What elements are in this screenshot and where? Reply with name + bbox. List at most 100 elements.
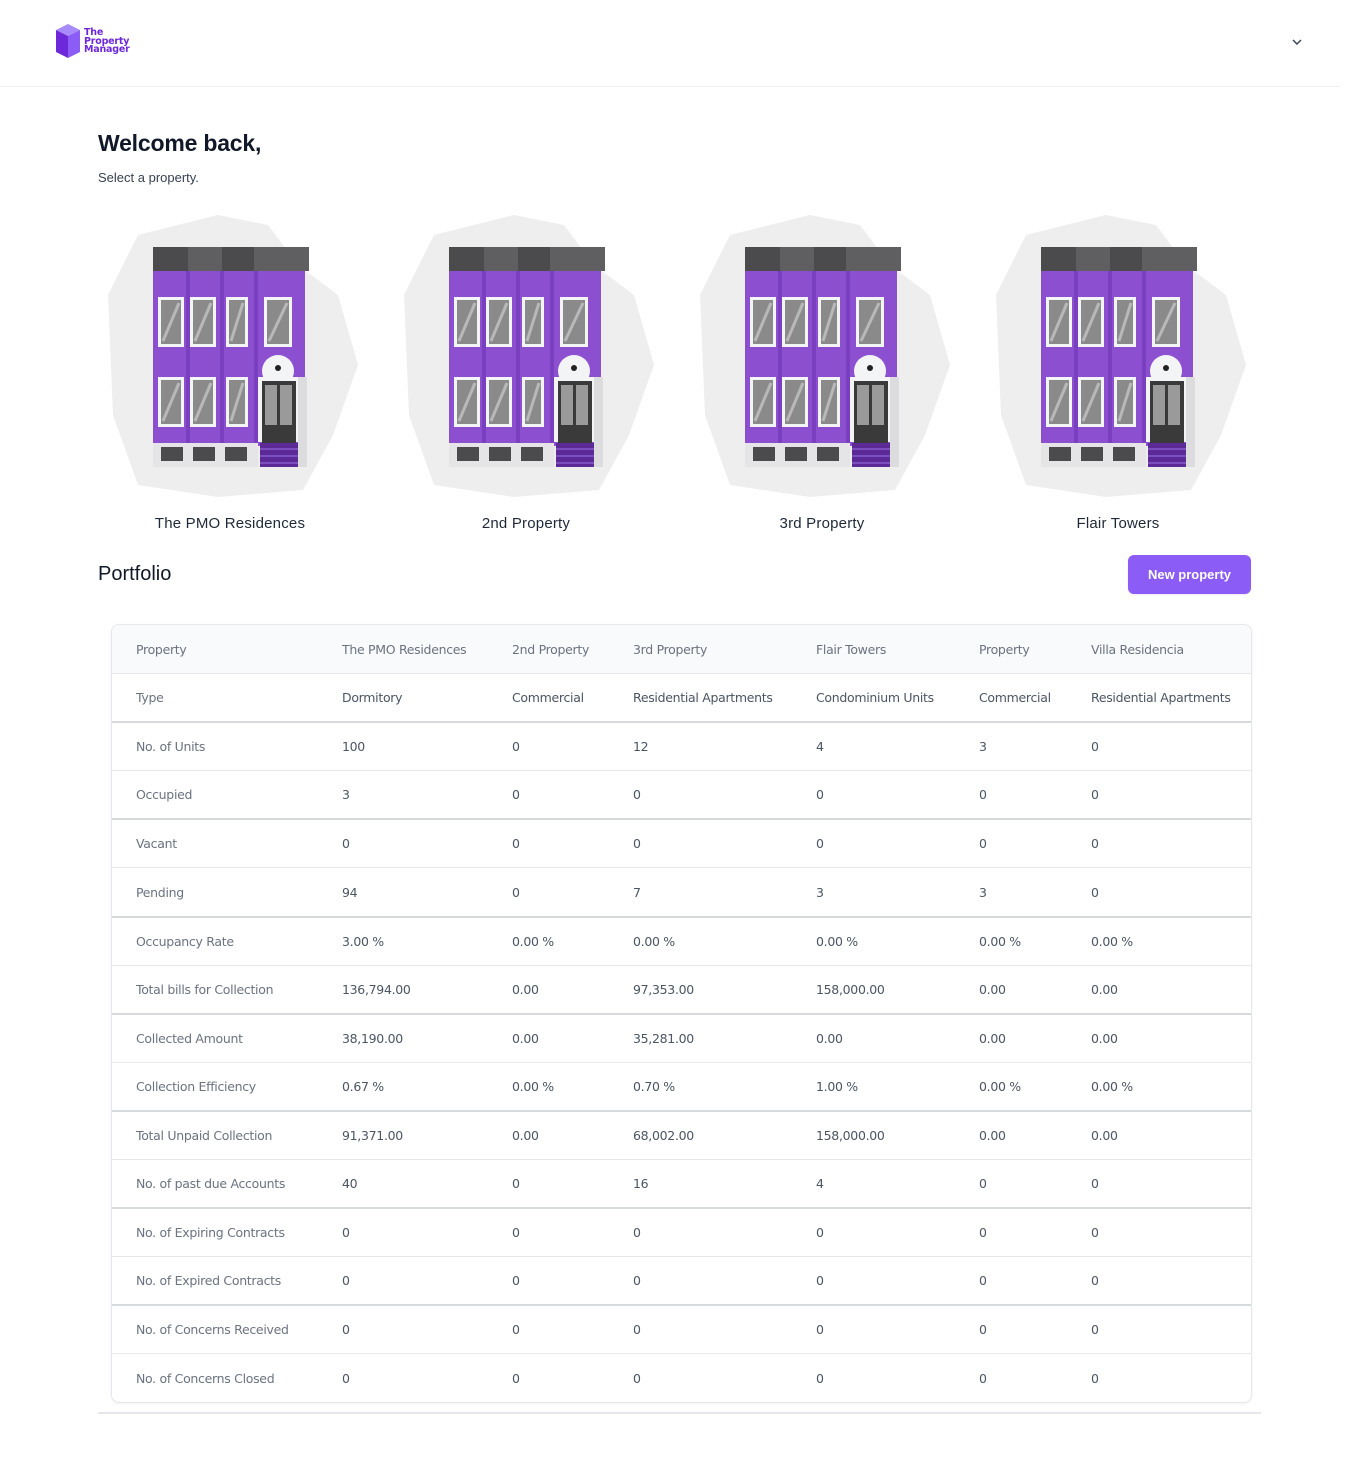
table-cell: 0.00 %	[979, 1078, 1021, 1094]
table-cell: 3	[979, 739, 987, 755]
table-row: No. of Concerns Closed 0 0 0 0 0 0	[112, 1353, 1251, 1402]
table-cell: 0	[512, 836, 520, 852]
table-cell: 0.00	[816, 1030, 843, 1046]
property-card-name: 3rd Property	[779, 515, 865, 532]
table-cell: 0	[342, 1273, 350, 1289]
table-cell: 0	[1091, 1322, 1099, 1338]
table-row: Collection Efficiency 0.67 % 0.00 % 0.70 % 1…	[112, 1062, 1251, 1111]
welcome-title: Welcome back,	[98, 130, 262, 156]
table-cell: 0	[979, 836, 987, 852]
chevron-down-icon	[1292, 39, 1302, 45]
table-row: No. of Expired Contracts 0 0 0 0 0 0	[112, 1256, 1251, 1306]
table-cell: 0	[816, 1370, 824, 1386]
property-card[interactable]: 2nd Property	[394, 205, 664, 540]
table-cell: 100	[342, 739, 365, 755]
table-cell: 0.00 %	[979, 933, 1021, 949]
property-card-name: Flair Towers	[1076, 515, 1160, 532]
table-cell: 0.00	[979, 1127, 1006, 1143]
row-label: Total Unpaid Collection	[136, 1127, 273, 1143]
table-cell: 0	[1091, 739, 1099, 755]
property-card[interactable]: The PMO Residences	[98, 205, 368, 540]
divider	[98, 1412, 1261, 1414]
table-cell: 3	[979, 884, 987, 900]
table-row: Pending 94 0 7 3 3 0	[112, 867, 1251, 917]
table-cell: 0	[512, 739, 520, 755]
table-cell: Commercial	[512, 690, 584, 706]
table-cell: 0.70 %	[633, 1078, 675, 1094]
property-card-name: The PMO Residences	[154, 515, 306, 532]
table-row: No. of Concerns Received 0 0 0 0 0 0	[112, 1305, 1251, 1354]
row-label: Type	[136, 690, 164, 706]
account-menu-toggle[interactable]	[1286, 33, 1308, 51]
table-cell: 3.00 %	[342, 933, 384, 949]
table-cell: 68,002.00	[633, 1127, 694, 1143]
row-label: No. of Concerns Received	[136, 1322, 289, 1338]
table-cell: 0	[816, 1225, 824, 1241]
table-cell: 0	[512, 1273, 520, 1289]
table-cell: 0	[979, 1176, 987, 1192]
table-cell: 0.00	[979, 1030, 1006, 1046]
new-property-button[interactable]: New property	[1128, 555, 1251, 594]
table-cell: 0	[512, 1176, 520, 1192]
table-row: Collected Amount 38,190.00 0.00 35,281.00 0.…	[112, 1013, 1251, 1063]
portfolio-title: Portfolio	[98, 563, 172, 585]
table-row: No. of Expiring Contracts 0 0 0 0 0 0	[112, 1208, 1251, 1257]
table-cell: 0	[979, 787, 987, 803]
table-cell: 0	[1091, 1273, 1099, 1289]
table-cell: 0	[512, 1225, 520, 1241]
table-cell: Residential Apartments	[633, 690, 773, 706]
table-cell: 158,000.00	[816, 981, 885, 997]
row-label: No. of Concerns Closed	[136, 1370, 275, 1386]
table-cell: 35,281.00	[633, 1030, 694, 1046]
table-cell: 91,371.00	[342, 1127, 403, 1143]
column-header: Flair Towers	[816, 641, 887, 657]
table-row: Type Dormitory Commercial Residential Apart…	[112, 673, 1251, 723]
table-cell: Condominium Units	[816, 690, 934, 706]
table-cell: 0.00	[512, 981, 539, 997]
table-cell: 0	[1091, 884, 1099, 900]
row-label: Pending	[136, 884, 184, 900]
table-cell: 7	[633, 884, 641, 900]
table-cell: 0	[342, 1322, 350, 1338]
table-cell: 0.00	[1091, 1030, 1118, 1046]
table-cell: 0	[979, 1273, 987, 1289]
row-label: Occupied	[136, 787, 193, 803]
table-header-row: Property The PMO Residences 2nd Property 3r…	[112, 625, 1251, 674]
table-cell: 0	[512, 884, 520, 900]
table-cell: 0	[633, 1370, 641, 1386]
row-label: Collected Amount	[136, 1030, 243, 1046]
column-header: Property	[136, 641, 187, 657]
table-cell: 0	[512, 787, 520, 803]
table-cell: Residential Apartments	[1091, 690, 1231, 706]
table-cell: Commercial	[979, 690, 1051, 706]
logo-text: The Property Manager	[84, 28, 130, 55]
table-cell: 0.00	[1091, 981, 1118, 997]
column-header: 3rd Property	[633, 641, 708, 657]
table-row: No. of past due Accounts 40 0 16 4 0 0	[112, 1159, 1251, 1209]
table-row: Total bills for Collection 136,794.00 0.00…	[112, 965, 1251, 1014]
table-cell: 0	[1091, 1176, 1099, 1192]
brand-logo[interactable]: The Property Manager	[54, 24, 130, 60]
table-cell: 0	[633, 787, 641, 803]
table-cell: 0.00	[512, 1030, 539, 1046]
column-header: Villa Residencia	[1091, 641, 1184, 657]
property-card[interactable]: Flair Towers	[986, 205, 1256, 540]
table-cell: 16	[633, 1176, 649, 1192]
row-label: Occupancy Rate	[136, 933, 234, 949]
table-cell: 0	[1091, 1370, 1099, 1386]
table-cell: 0.00	[1091, 1127, 1118, 1143]
table-cell: 0.00	[512, 1127, 539, 1143]
column-header: The PMO Residences	[342, 641, 467, 657]
table-cell: 4	[816, 1176, 824, 1192]
table-cell: 38,190.00	[342, 1030, 403, 1046]
row-label: No. of Units	[136, 739, 206, 755]
row-label: No. of Expiring Contracts	[136, 1225, 285, 1241]
table-cell: 0.00	[979, 981, 1006, 997]
table-cell: 0	[979, 1225, 987, 1241]
table-cell: 0	[633, 1225, 641, 1241]
table-cell: 4	[816, 739, 824, 755]
table-cell: 158,000.00	[816, 1127, 885, 1143]
table-cell: 0	[1091, 836, 1099, 852]
property-card[interactable]: 3rd Property	[690, 205, 960, 540]
column-header: 2nd Property	[512, 641, 590, 657]
